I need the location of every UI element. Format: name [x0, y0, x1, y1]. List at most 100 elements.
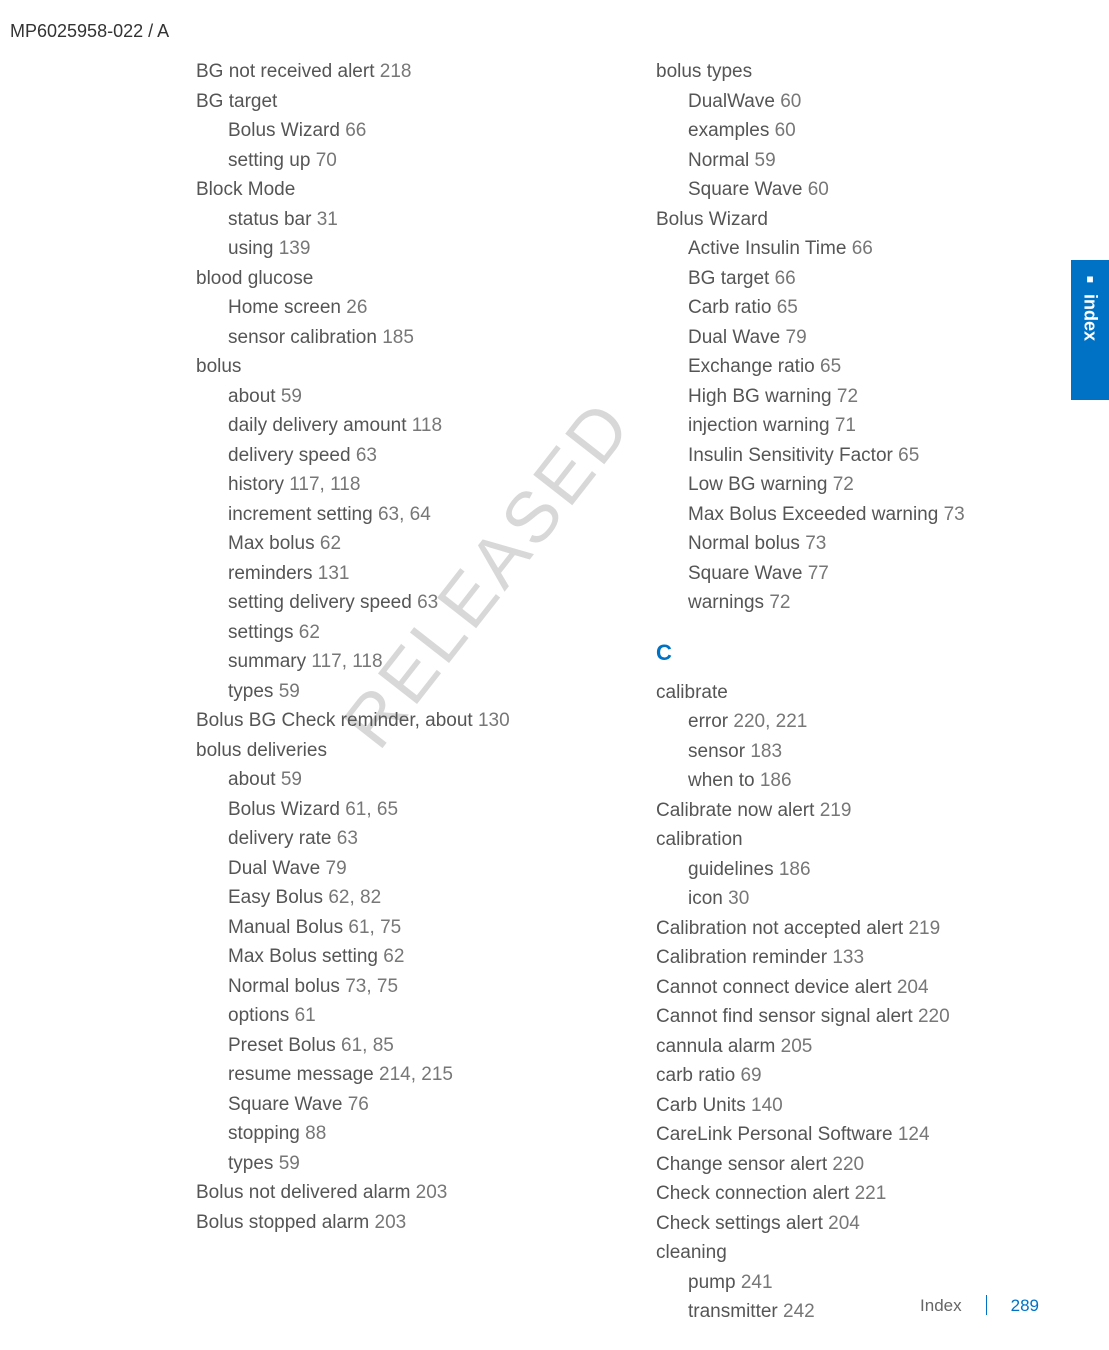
index-entry: when to 186 [656, 767, 1026, 796]
index-pages: 73 [805, 533, 826, 554]
index-entry: calibration [656, 826, 1026, 855]
index-term: Check connection alert [656, 1183, 849, 1204]
index-term: settings [228, 622, 293, 643]
index-term: Preset Bolus [228, 1035, 336, 1056]
index-term: calibration [656, 829, 743, 850]
index-term: Square Wave [228, 1094, 342, 1115]
page-footer: Index 289 [920, 1293, 1039, 1319]
index-term: Normal bolus [688, 533, 800, 554]
index-term: BG target [196, 91, 277, 112]
index-pages: 65 [820, 356, 841, 377]
index-term: Normal bolus [228, 976, 340, 997]
index-pages: 204 [828, 1213, 860, 1234]
index-term: Carb Units [656, 1095, 746, 1116]
index-entry: icon 30 [656, 885, 1026, 914]
index-pages: 65 [898, 445, 919, 466]
index-pages: 242 [783, 1301, 815, 1322]
index-pages: 59 [281, 769, 302, 790]
index-pages: 204 [897, 977, 929, 998]
index-term: Bolus BG Check reminder, about [196, 710, 473, 731]
index-entry: Square Wave 60 [656, 176, 1026, 205]
index-entry: status bar 31 [196, 206, 566, 235]
index-pages: 205 [781, 1036, 813, 1057]
index-term: sensor [688, 741, 745, 762]
index-pages: 183 [750, 741, 782, 762]
index-entry: Max Bolus Exceeded warning 73 [656, 501, 1026, 530]
index-term: using [228, 238, 273, 259]
index-entry: error 220, 221 [656, 708, 1026, 737]
index-term: calibrate [656, 682, 728, 703]
index-pages: 60 [775, 120, 796, 141]
index-pages: 219 [820, 800, 852, 821]
index-entry: increment setting 63, 64 [196, 501, 566, 530]
index-term: Bolus stopped alarm [196, 1212, 369, 1233]
index-pages: 88 [305, 1123, 326, 1144]
index-entry: calibrate [656, 679, 1026, 708]
index-entry: carb ratio 69 [656, 1062, 1026, 1091]
index-pages: 220 [918, 1006, 950, 1027]
index-entry: types 59 [196, 1150, 566, 1179]
index-term: Dual Wave [228, 858, 320, 879]
index-entry: types 59 [196, 678, 566, 707]
index-pages: 117, 118 [311, 651, 382, 672]
index-term: types [228, 681, 273, 702]
index-term: bolus deliveries [196, 740, 327, 761]
index-term: Square Wave [688, 179, 802, 200]
index-term: Max bolus [228, 533, 315, 554]
index-pages: 60 [780, 91, 801, 112]
index-term: setting up [228, 150, 310, 171]
index-entry: Max Bolus setting 62 [196, 943, 566, 972]
index-term: daily delivery amount [228, 415, 406, 436]
index-pages: 66 [345, 120, 366, 141]
index-entry: about 59 [196, 766, 566, 795]
index-entry: setting up 70 [196, 147, 566, 176]
index-entry: Bolus stopped alarm 203 [196, 1209, 566, 1238]
index-pages: 30 [728, 888, 749, 909]
index-term: error [688, 711, 728, 732]
index-entry: Dual Wave 79 [196, 855, 566, 884]
index-entry: Bolus Wizard 66 [196, 117, 566, 146]
index-entry: guidelines 186 [656, 856, 1026, 885]
index-entry: Normal bolus 73, 75 [196, 973, 566, 1002]
index-column-left: BG not received alert 218BG targetBolus … [196, 58, 566, 1328]
index-term: types [228, 1153, 273, 1174]
index-term: icon [688, 888, 723, 909]
index-term: Calibration reminder [656, 947, 827, 968]
index-term: Bolus not delivered alarm [196, 1182, 410, 1203]
index-entry: High BG warning 72 [656, 383, 1026, 412]
index-term: status bar [228, 209, 311, 230]
index-pages: 61, 65 [345, 799, 398, 820]
index-entry: Calibrate now alert 219 [656, 797, 1026, 826]
index-term: when to [688, 770, 755, 791]
index-term: pump [688, 1272, 736, 1293]
footer-label: Index [920, 1293, 962, 1319]
side-tab-label: index [1077, 294, 1104, 341]
index-term: Bolus Wizard [656, 209, 768, 230]
index-pages: 63 [417, 592, 438, 613]
index-pages: 70 [316, 150, 337, 171]
index-pages: 79 [326, 858, 347, 879]
index-entry: using 139 [196, 235, 566, 264]
index-term: examples [688, 120, 769, 141]
index-entry: BG target 66 [656, 265, 1026, 294]
index-entry: Insulin Sensitivity Factor 65 [656, 442, 1026, 471]
index-term: history [228, 474, 284, 495]
index-pages: 76 [348, 1094, 369, 1115]
index-term: Bolus Wizard [228, 799, 340, 820]
index-entry: bolus deliveries [196, 737, 566, 766]
index-term: BG target [688, 268, 769, 289]
index-entry: Normal bolus 73 [656, 530, 1026, 559]
index-pages: 26 [346, 297, 367, 318]
index-term: transmitter [688, 1301, 778, 1322]
index-term: Dual Wave [688, 327, 780, 348]
index-entry: Manual Bolus 61, 75 [196, 914, 566, 943]
index-pages: 59 [279, 681, 300, 702]
index-entry: warnings 72 [656, 589, 1026, 618]
index-pages: 220 [832, 1154, 864, 1175]
index-pages: 63 [356, 445, 377, 466]
index-pages: 221 [855, 1183, 887, 1204]
index-term: Manual Bolus [228, 917, 343, 938]
index-pages: 59 [281, 386, 302, 407]
index-entry: BG target [196, 88, 566, 117]
index-term: setting delivery speed [228, 592, 412, 613]
